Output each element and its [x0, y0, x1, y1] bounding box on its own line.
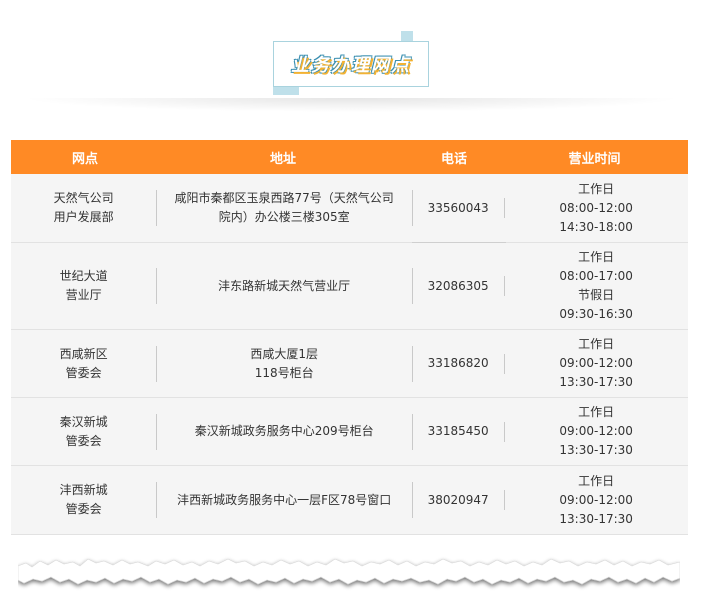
outlet-cell: 天然气公司 用户发展部: [11, 174, 156, 242]
hours-line: 工作日: [578, 473, 615, 488]
outlet-name-line: 管委会: [65, 502, 102, 516]
hours-line: 09:00-12:00: [559, 356, 633, 370]
hours-line: 工作日: [578, 181, 615, 196]
phone-cell: 33560043: [411, 174, 506, 243]
outlet-name-line: 管委会: [65, 433, 102, 448]
address-cell: 秦汉新城政务服务中心209号柜台: [156, 398, 412, 465]
outlet-name-line: 沣西新城: [59, 483, 108, 497]
hours-line: 08:00-12:00: [559, 200, 633, 215]
title-box: 业务办理网点: [273, 41, 429, 87]
hours-line: 14:30-18:00: [559, 219, 633, 234]
hours-line: 09:00-12:00: [559, 492, 633, 507]
table-row: 秦汉新城 管委会 秦汉新城政务服务中心209号柜台 33185450 工作日 0…: [11, 398, 688, 466]
hours-line: 工作日: [578, 337, 615, 351]
outlet-cell: 沣西新城 管委会: [11, 466, 156, 534]
table-header: 网点 地址 电话 营业时间: [11, 140, 688, 174]
table-row: 世纪大道 营业厅 沣东路新城天然气营业厅 32086305 工作日 08:00-…: [11, 243, 688, 330]
hours-cell: 工作日 09:00-12:00 13:30-17:30: [504, 398, 688, 465]
outlet-cell: 西咸新区 管委会: [11, 330, 156, 397]
hours-line: 09:00-12:00: [559, 424, 633, 438]
table-row: 沣西新城 管委会 沣西新城政务服务中心一层F区78号窗口 38020947 工作…: [11, 466, 688, 535]
outlet-cell: 秦汉新城 管委会: [11, 398, 156, 465]
hours-line: 13:30-17:30: [559, 443, 633, 457]
outlet-name-line: 天然气公司: [53, 191, 114, 205]
header-address: 地址: [269, 151, 296, 167]
section-title: 业务办理网点: [291, 55, 411, 76]
hours-line: 13:30-17:30: [559, 375, 633, 389]
phone-cell: 32086305: [412, 243, 504, 329]
phone-cell: 38020947: [412, 466, 504, 534]
address-line: 秦汉新城政务服务中心209号柜台: [194, 424, 374, 438]
title-shadow-divider: [20, 98, 683, 112]
hours-line: 工作日: [578, 405, 615, 419]
outlet-name-line: 营业厅: [65, 288, 102, 302]
outlet-name-line: 世纪大道: [59, 269, 108, 283]
table-row: 天然气公司 用户发展部 咸阳市秦都区玉泉西路77号（天然气公司 院内）办公楼三楼…: [11, 174, 688, 243]
header-hours: 营业时间: [568, 151, 621, 167]
phone-cell: 33185450: [412, 398, 504, 465]
address-cell: 沣西新城政务服务中心一层F区78号窗口: [156, 466, 412, 534]
address-cell: 沣东路新城天然气营业厅: [156, 243, 412, 329]
address-line: 咸阳市秦都区玉泉西路77号（天然气公司: [174, 191, 394, 205]
address-cell: 咸阳市秦都区玉泉西路77号（天然气公司 院内）办公楼三楼305室: [156, 174, 412, 242]
address-line: 院内）办公楼三楼305室: [218, 210, 350, 224]
phone-number[interactable]: 33560043: [428, 199, 489, 218]
hours-line: 工作日: [578, 250, 615, 264]
phone-cell: 33186820: [412, 330, 504, 397]
outlet-name-line: 西咸新区: [59, 346, 108, 361]
header-phone: 电话: [440, 151, 467, 167]
title-decoration-bottom: [273, 87, 299, 95]
hours-line: 09:30-16:30: [559, 307, 633, 321]
phone-number[interactable]: 33186820: [428, 354, 489, 373]
outlet-name-line: 管委会: [65, 365, 102, 380]
hours-cell: 工作日 08:00-17:00 节假日 09:30-16:30: [504, 243, 688, 329]
hours-cell: 工作日 08:00-12:00 14:30-18:00: [504, 174, 688, 242]
address-line: 沣东路新城天然气营业厅: [218, 278, 351, 293]
outlet-name-line: 用户发展部: [53, 210, 114, 224]
outlet-cell: 世纪大道 营业厅: [11, 243, 156, 329]
phone-number[interactable]: 33185450: [428, 422, 489, 441]
hours-line: 13:30-17:30: [559, 511, 633, 526]
outlet-table: 网点 地址 电话 营业时间 天然气公司 用户发展部 咸阳市秦都区玉泉西路77号（…: [11, 140, 688, 535]
address-line: 118号柜台: [254, 365, 314, 380]
hours-cell: 工作日 09:00-12:00 13:30-17:30: [504, 466, 688, 534]
hours-cell: 工作日 09:00-12:00 13:30-17:30: [504, 330, 688, 397]
address-cell: 西咸大厦1层 118号柜台: [156, 330, 412, 397]
address-line: 西咸大厦1层: [250, 346, 318, 361]
torn-paper-decoration: [18, 558, 680, 585]
hours-line: 节假日: [578, 288, 615, 302]
hours-line: 08:00-17:00: [559, 269, 633, 283]
title-decoration-top: [401, 31, 413, 41]
header-outlet: 网点: [71, 151, 98, 167]
section-title-badge: 业务办理网点: [273, 31, 429, 95]
table-row: 西咸新区 管委会 西咸大厦1层 118号柜台 33186820 工作日 09:0…: [11, 330, 688, 398]
phone-number[interactable]: 32086305: [428, 277, 489, 296]
address-line: 沣西新城政务服务中心一层F区78号窗口: [177, 492, 392, 507]
outlet-name-line: 秦汉新城: [59, 414, 108, 429]
phone-number[interactable]: 38020947: [428, 491, 489, 510]
